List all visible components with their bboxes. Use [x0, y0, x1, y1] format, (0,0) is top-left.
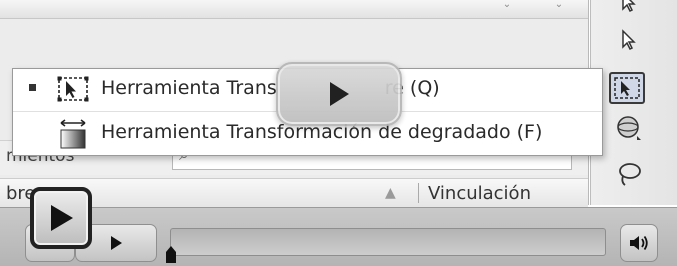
sort-ascending-icon[interactable]: ▲	[385, 185, 396, 201]
free-transform-icon	[614, 77, 640, 99]
seek-thumb[interactable]	[164, 244, 178, 264]
lasso-icon[interactable]	[611, 158, 647, 190]
volume-button[interactable]	[620, 224, 658, 262]
seek-bar[interactable]	[170, 228, 606, 256]
play-icon	[330, 82, 349, 106]
video-play-overlay-button[interactable]	[276, 62, 402, 126]
free-transform-tool[interactable]	[609, 72, 645, 104]
speaker-icon	[630, 235, 648, 251]
subselection-arrow-icon[interactable]	[611, 24, 647, 56]
menu-item-label-start: Herramienta Trans	[101, 77, 277, 99]
big-play-button[interactable]	[30, 187, 92, 249]
3d-rotation-icon[interactable]	[611, 112, 647, 144]
panel-top-strip: ⌄ ⌄	[0, 0, 588, 19]
menu-item-checked-bullet	[29, 84, 36, 91]
screen: ⌄ ⌄ mientos ⌕ bre ▲ Vinculación	[0, 0, 677, 266]
panel-close-icon[interactable]: ⌄	[552, 0, 566, 10]
panel-menu-icon[interactable]: ⌄	[500, 0, 514, 10]
column-header-vinculacion[interactable]: Vinculación	[428, 183, 531, 204]
video-player-controls	[0, 207, 677, 266]
column-divider[interactable]	[418, 183, 419, 203]
free-transform-icon	[55, 74, 91, 104]
gradient-transform-icon	[55, 118, 91, 149]
tools-panel	[590, 0, 677, 205]
play-icon	[111, 236, 122, 250]
play-icon	[51, 205, 73, 231]
selection-arrow-icon[interactable]	[611, 0, 647, 18]
